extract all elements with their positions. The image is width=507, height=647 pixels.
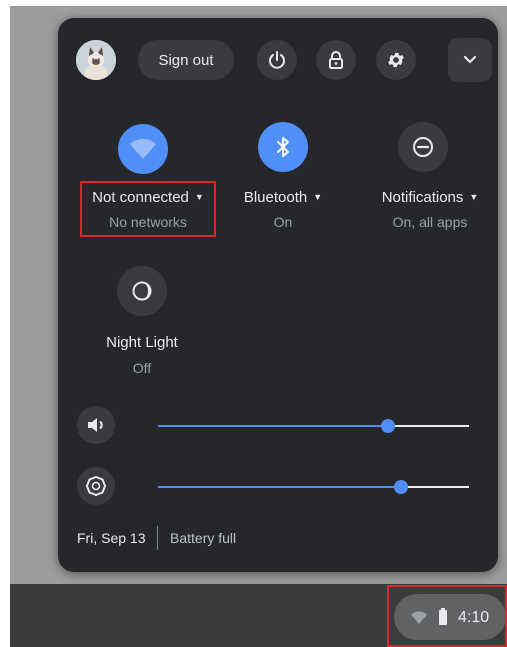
power-button[interactable]	[257, 40, 297, 80]
gear-icon	[388, 52, 404, 68]
slider-fill	[158, 486, 401, 488]
notifications-toggle[interactable]	[398, 122, 448, 172]
do-not-disturb-icon	[413, 137, 433, 157]
slider-thumb[interactable]	[381, 419, 396, 433]
lock-icon	[329, 51, 343, 69]
slider-fill	[158, 425, 389, 427]
highlight-box-network	[80, 181, 216, 237]
bluetooth-toggle[interactable]	[258, 122, 308, 172]
highlight-box-status-area	[387, 585, 507, 647]
slider-thumb[interactable]	[393, 480, 408, 494]
collapse-button[interactable]	[448, 38, 492, 82]
dropdown-caret-icon: ▼	[313, 192, 323, 202]
wifi-icon	[130, 138, 156, 159]
volume-slider[interactable]	[158, 416, 469, 436]
lock-button[interactable]	[316, 40, 356, 80]
volume-icon	[88, 418, 103, 432]
night-light-status: Off	[132, 360, 152, 376]
notifications-label[interactable]: Notifications ▼	[368, 189, 492, 206]
brightness-button[interactable]	[77, 467, 115, 505]
settings-button[interactable]	[376, 40, 416, 80]
cat-avatar-icon	[76, 40, 116, 80]
sign-out-button[interactable]: Sign out	[138, 40, 234, 80]
chevron-down-icon	[463, 55, 477, 64]
dropdown-caret-icon: ▼	[469, 192, 479, 202]
notifications-status: On, all apps	[392, 214, 468, 230]
bluetooth-status: On	[273, 214, 293, 230]
power-icon	[269, 51, 285, 69]
bluetooth-label[interactable]: Bluetooth ▼	[232, 189, 334, 206]
night-light-label[interactable]: Night Light	[86, 334, 198, 351]
night-light-icon	[132, 281, 152, 301]
footer-divider	[157, 526, 158, 550]
night-light-toggle[interactable]	[117, 266, 167, 316]
network-toggle[interactable]	[118, 124, 168, 174]
brightness-icon	[86, 476, 106, 496]
volume-mute-button[interactable]	[77, 406, 115, 444]
brightness-slider[interactable]	[158, 477, 469, 497]
date-label[interactable]: Fri, Sep 13	[77, 530, 145, 546]
bluetooth-icon	[277, 137, 289, 157]
user-avatar[interactable]	[76, 40, 116, 80]
battery-status: Battery full	[170, 530, 237, 546]
